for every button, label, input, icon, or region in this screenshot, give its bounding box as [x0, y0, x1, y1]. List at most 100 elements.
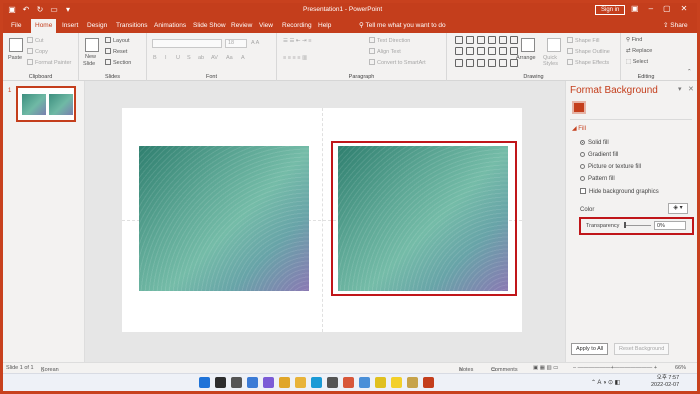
tell-me-search[interactable]: ⚲ Tell me what you want to do	[359, 19, 446, 33]
customize-qat-icon[interactable]: ▾	[63, 5, 73, 15]
transparency-slider-thumb[interactable]	[624, 222, 626, 228]
ribbon-display-icon[interactable]: ▣	[631, 4, 639, 13]
tab-transitions[interactable]: Transitions	[112, 19, 152, 33]
quick-styles-button[interactable]: Quick Styles	[543, 55, 563, 67]
tab-help[interactable]: Help	[314, 19, 335, 33]
collapse-ribbon-icon[interactable]: ⌃	[687, 69, 692, 75]
arrange-button[interactable]: Arrange	[516, 55, 536, 61]
task-view-icon[interactable]	[231, 377, 242, 388]
tab-insert[interactable]: Insert	[58, 19, 82, 33]
tab-home[interactable]: Home	[31, 19, 57, 33]
reset-background-button[interactable]: Reset Background	[614, 343, 670, 355]
chat-icon[interactable]	[263, 377, 274, 388]
clock[interactable]: 오후 7:57 2022-02-07	[651, 375, 679, 389]
shadow-button[interactable]: S	[187, 55, 191, 61]
save-icon[interactable]: ▣	[7, 5, 17, 15]
gradient-fill-option[interactable]: Gradient fill	[580, 152, 618, 158]
bullets-icon[interactable]: ☰ ☰ ⇤ ⇥ ≡	[283, 38, 311, 44]
fill-icon[interactable]	[572, 101, 586, 114]
search-icon[interactable]	[215, 377, 226, 388]
powerpoint-icon[interactable]	[423, 377, 434, 388]
widgets-icon[interactable]	[247, 377, 258, 388]
redo-icon[interactable]: ↻	[35, 5, 45, 15]
copy-button[interactable]: Copy	[27, 48, 48, 55]
slide-thumbnail-1[interactable]	[16, 86, 76, 122]
strikethrough-button[interactable]: ab	[198, 55, 204, 61]
apply-to-all-button[interactable]: Apply to All	[571, 343, 609, 355]
smartart-button[interactable]: Convert to SmartArt	[369, 59, 426, 66]
solid-fill-option[interactable]: Solid fill	[580, 140, 609, 146]
zoom-slider[interactable]: – ——————+——————— +	[573, 365, 657, 371]
font-color-button[interactable]: A	[241, 55, 245, 61]
color-picker-button[interactable]: ◈ ▾	[668, 203, 688, 214]
view-buttons[interactable]: ▣ ▦ ▥ ▭	[533, 365, 558, 371]
fill-section-header[interactable]: ◢ Fill	[572, 125, 586, 132]
chrome-icon[interactable]	[279, 377, 290, 388]
sign-in-button[interactable]: Sign in	[595, 5, 626, 15]
kakaotalk-icon[interactable]	[391, 377, 402, 388]
present-icon[interactable]: ▭	[49, 5, 59, 15]
tab-review[interactable]: Review	[227, 19, 256, 33]
app-icon[interactable]	[375, 377, 386, 388]
maximize-icon[interactable]: ▢	[663, 4, 671, 13]
shape-effects-button[interactable]: Shape Effects	[567, 59, 609, 66]
tab-recording[interactable]: Recording	[278, 19, 316, 33]
minimize-icon[interactable]: –	[649, 4, 653, 13]
section-button[interactable]: Section	[105, 59, 131, 66]
font-size-combo[interactable]: 18	[225, 39, 247, 48]
text-direction-button[interactable]: Text Direction	[369, 37, 410, 44]
paste-icon[interactable]	[9, 38, 23, 52]
share-button[interactable]: ⇪ Share	[663, 19, 688, 33]
font-name-combo[interactable]	[152, 39, 222, 48]
bold-button[interactable]: B	[153, 55, 157, 61]
arrange-icon[interactable]	[521, 38, 535, 52]
transparency-input[interactable]: 0%	[654, 221, 686, 230]
pattern-fill-option[interactable]: Pattern fill	[580, 176, 615, 182]
layout-button[interactable]: Layout	[105, 37, 130, 44]
slide[interactable]	[122, 108, 522, 332]
app-icon[interactable]	[343, 377, 354, 388]
change-case-button[interactable]: Aa	[226, 55, 233, 61]
start-icon[interactable]	[199, 377, 210, 388]
picture-fill-option[interactable]: Picture or texture fill	[580, 164, 641, 170]
shape-outline-button[interactable]: Shape Outline	[567, 48, 610, 55]
new-slide-label[interactable]: New	[85, 54, 96, 60]
store-icon[interactable]	[327, 377, 338, 388]
undo-icon[interactable]: ↶	[21, 5, 31, 15]
paste-button[interactable]: Paste	[8, 55, 22, 61]
find-button[interactable]: ⚲ Find	[626, 37, 642, 43]
zoom-level[interactable]: 66%	[675, 365, 686, 371]
underline-button[interactable]: U	[176, 55, 180, 61]
replace-button[interactable]: ⇄ Replace	[626, 48, 652, 54]
new-slide-icon[interactable]	[85, 38, 99, 52]
app-icon[interactable]	[359, 377, 370, 388]
grow-font-icon[interactable]: A A	[251, 40, 259, 46]
picture-left[interactable]	[139, 146, 309, 291]
reset-button[interactable]: Reset	[105, 48, 127, 55]
shapes-gallery[interactable]	[455, 36, 518, 68]
align-text-button[interactable]: Align Text	[369, 48, 401, 55]
shape-fill-button[interactable]: Shape Fill	[567, 37, 599, 44]
edge-icon[interactable]	[311, 377, 322, 388]
tab-slide-show[interactable]: Slide Show	[189, 19, 230, 33]
system-tray[interactable]: ⌃ A ◑ ⊙ ◧	[591, 379, 620, 386]
explorer-icon[interactable]	[295, 377, 306, 388]
pane-options-icon[interactable]: ▾	[678, 85, 682, 93]
close-icon[interactable]: ✕	[681, 4, 688, 13]
italic-button[interactable]: I	[165, 55, 167, 61]
char-spacing-button[interactable]: AV	[211, 55, 218, 61]
select-button[interactable]: ⬚ Select	[626, 59, 648, 65]
tab-animations[interactable]: Animations	[150, 19, 190, 33]
tab-design[interactable]: Design	[83, 19, 111, 33]
app-icon[interactable]	[407, 377, 418, 388]
pane-close-icon[interactable]: ✕	[688, 85, 694, 93]
hide-graphics-checkbox[interactable]: Hide background graphics	[580, 188, 659, 195]
transparency-slider[interactable]	[624, 225, 651, 226]
tab-view[interactable]: View	[255, 19, 277, 33]
cut-button[interactable]: Cut	[27, 37, 44, 44]
quick-styles-icon[interactable]	[547, 38, 561, 52]
format-painter-button[interactable]: Format Painter	[27, 59, 71, 66]
align-icons[interactable]: ≡ ≡ ≡ ≡ ▥	[283, 55, 307, 61]
new-slide-label-2[interactable]: Slide	[83, 61, 95, 67]
tab-file[interactable]: File	[7, 19, 25, 33]
